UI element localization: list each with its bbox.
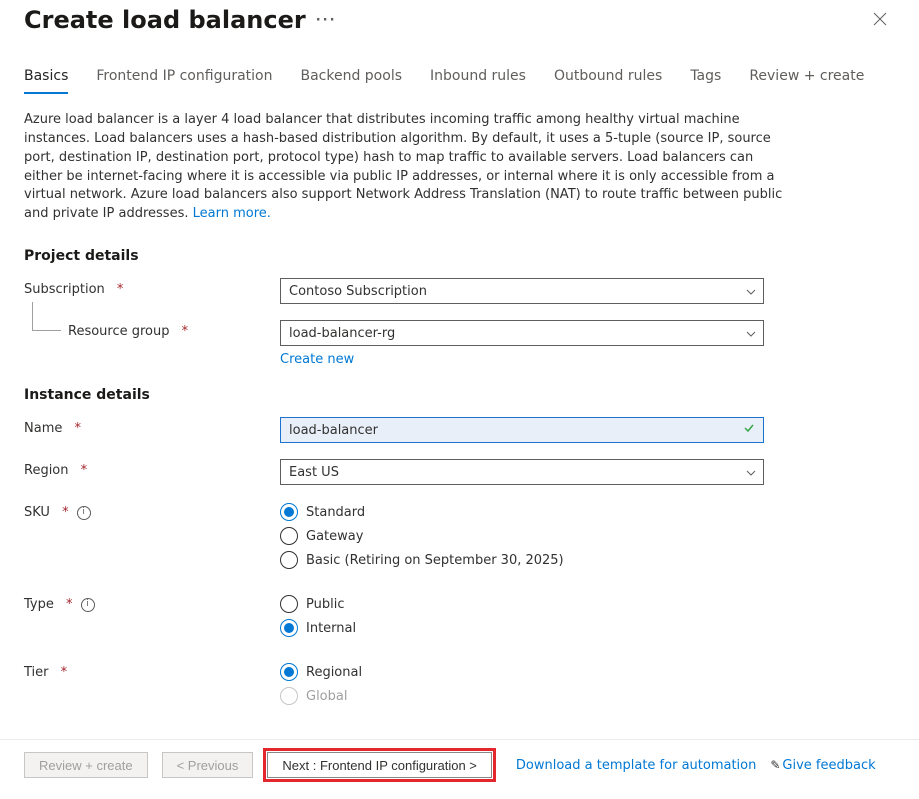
chevron-down-icon — [745, 286, 755, 296]
info-icon[interactable]: i — [81, 598, 95, 612]
sku-radio-standard[interactable]: Standard — [280, 503, 764, 521]
tab-bar: Basics Frontend IP configuration Backend… — [24, 62, 895, 95]
section-instance-details: Instance details — [24, 387, 895, 403]
region-select[interactable]: East US — [280, 459, 764, 485]
header: Create load balancer ··· — [24, 0, 895, 34]
tier-radio-regional[interactable]: Regional — [280, 663, 764, 681]
tier-radio-group: Regional Global — [280, 661, 764, 705]
subscription-select[interactable]: Contoso Subscription — [280, 278, 764, 304]
name-value: load-balancer — [289, 423, 378, 438]
name-input[interactable]: load-balancer — [280, 417, 764, 443]
tab-backend-pools[interactable]: Backend pools — [300, 62, 402, 94]
tier-label: Tier * — [24, 661, 280, 680]
sku-radio-basic[interactable]: Basic (Retiring on September 30, 2025) — [280, 551, 764, 569]
type-label: Type * i — [24, 593, 280, 612]
section-project-details: Project details — [24, 248, 895, 264]
download-template-link[interactable]: Download a template for automation — [516, 758, 756, 773]
sku-radio-group: Standard Gateway Basic (Retiring on Sept… — [280, 501, 764, 569]
feedback-icon: ✎ — [770, 758, 780, 772]
sku-radio-gateway[interactable]: Gateway — [280, 527, 764, 545]
region-label: Region * — [24, 459, 280, 478]
tab-inbound-rules[interactable]: Inbound rules — [430, 62, 526, 94]
validation-check-icon — [743, 422, 755, 438]
type-radio-public[interactable]: Public — [280, 595, 764, 613]
info-icon[interactable]: i — [77, 506, 91, 520]
region-value: East US — [289, 465, 339, 480]
description-text: Azure load balancer is a layer 4 load ba… — [24, 111, 784, 224]
name-label: Name * — [24, 417, 280, 436]
subscription-label: Subscription * — [24, 278, 280, 297]
tab-frontend-ip[interactable]: Frontend IP configuration — [96, 62, 272, 94]
chevron-down-icon — [745, 328, 755, 338]
close-button[interactable] — [865, 7, 895, 34]
close-icon — [873, 12, 887, 26]
chevron-down-icon — [745, 467, 755, 477]
footer: Review + create < Previous Next : Fronte… — [0, 739, 919, 790]
subscription-value: Contoso Subscription — [289, 284, 427, 299]
previous-button[interactable]: < Previous — [162, 752, 254, 778]
create-new-rg-link[interactable]: Create new — [280, 352, 354, 367]
tab-tags[interactable]: Tags — [690, 62, 721, 94]
resource-group-label: Resource group * — [24, 320, 280, 339]
type-radio-internal[interactable]: Internal — [280, 619, 764, 637]
type-radio-group: Public Internal — [280, 593, 764, 637]
next-button[interactable]: Next : Frontend IP configuration > — [267, 752, 492, 778]
resource-group-select[interactable]: load-balancer-rg — [280, 320, 764, 346]
tab-basics[interactable]: Basics — [24, 62, 68, 94]
give-feedback-link[interactable]: ✎Give feedback — [770, 758, 875, 773]
review-create-button[interactable]: Review + create — [24, 752, 148, 778]
tab-outbound-rules[interactable]: Outbound rules — [554, 62, 662, 94]
more-actions-button[interactable]: ··· — [316, 13, 337, 28]
tab-review-create[interactable]: Review + create — [749, 62, 864, 94]
resource-group-value: load-balancer-rg — [289, 326, 395, 341]
tier-radio-global: Global — [280, 687, 764, 705]
sku-label: SKU * i — [24, 501, 280, 520]
page-title: Create load balancer — [24, 6, 306, 34]
learn-more-link[interactable]: Learn more. — [193, 206, 271, 221]
